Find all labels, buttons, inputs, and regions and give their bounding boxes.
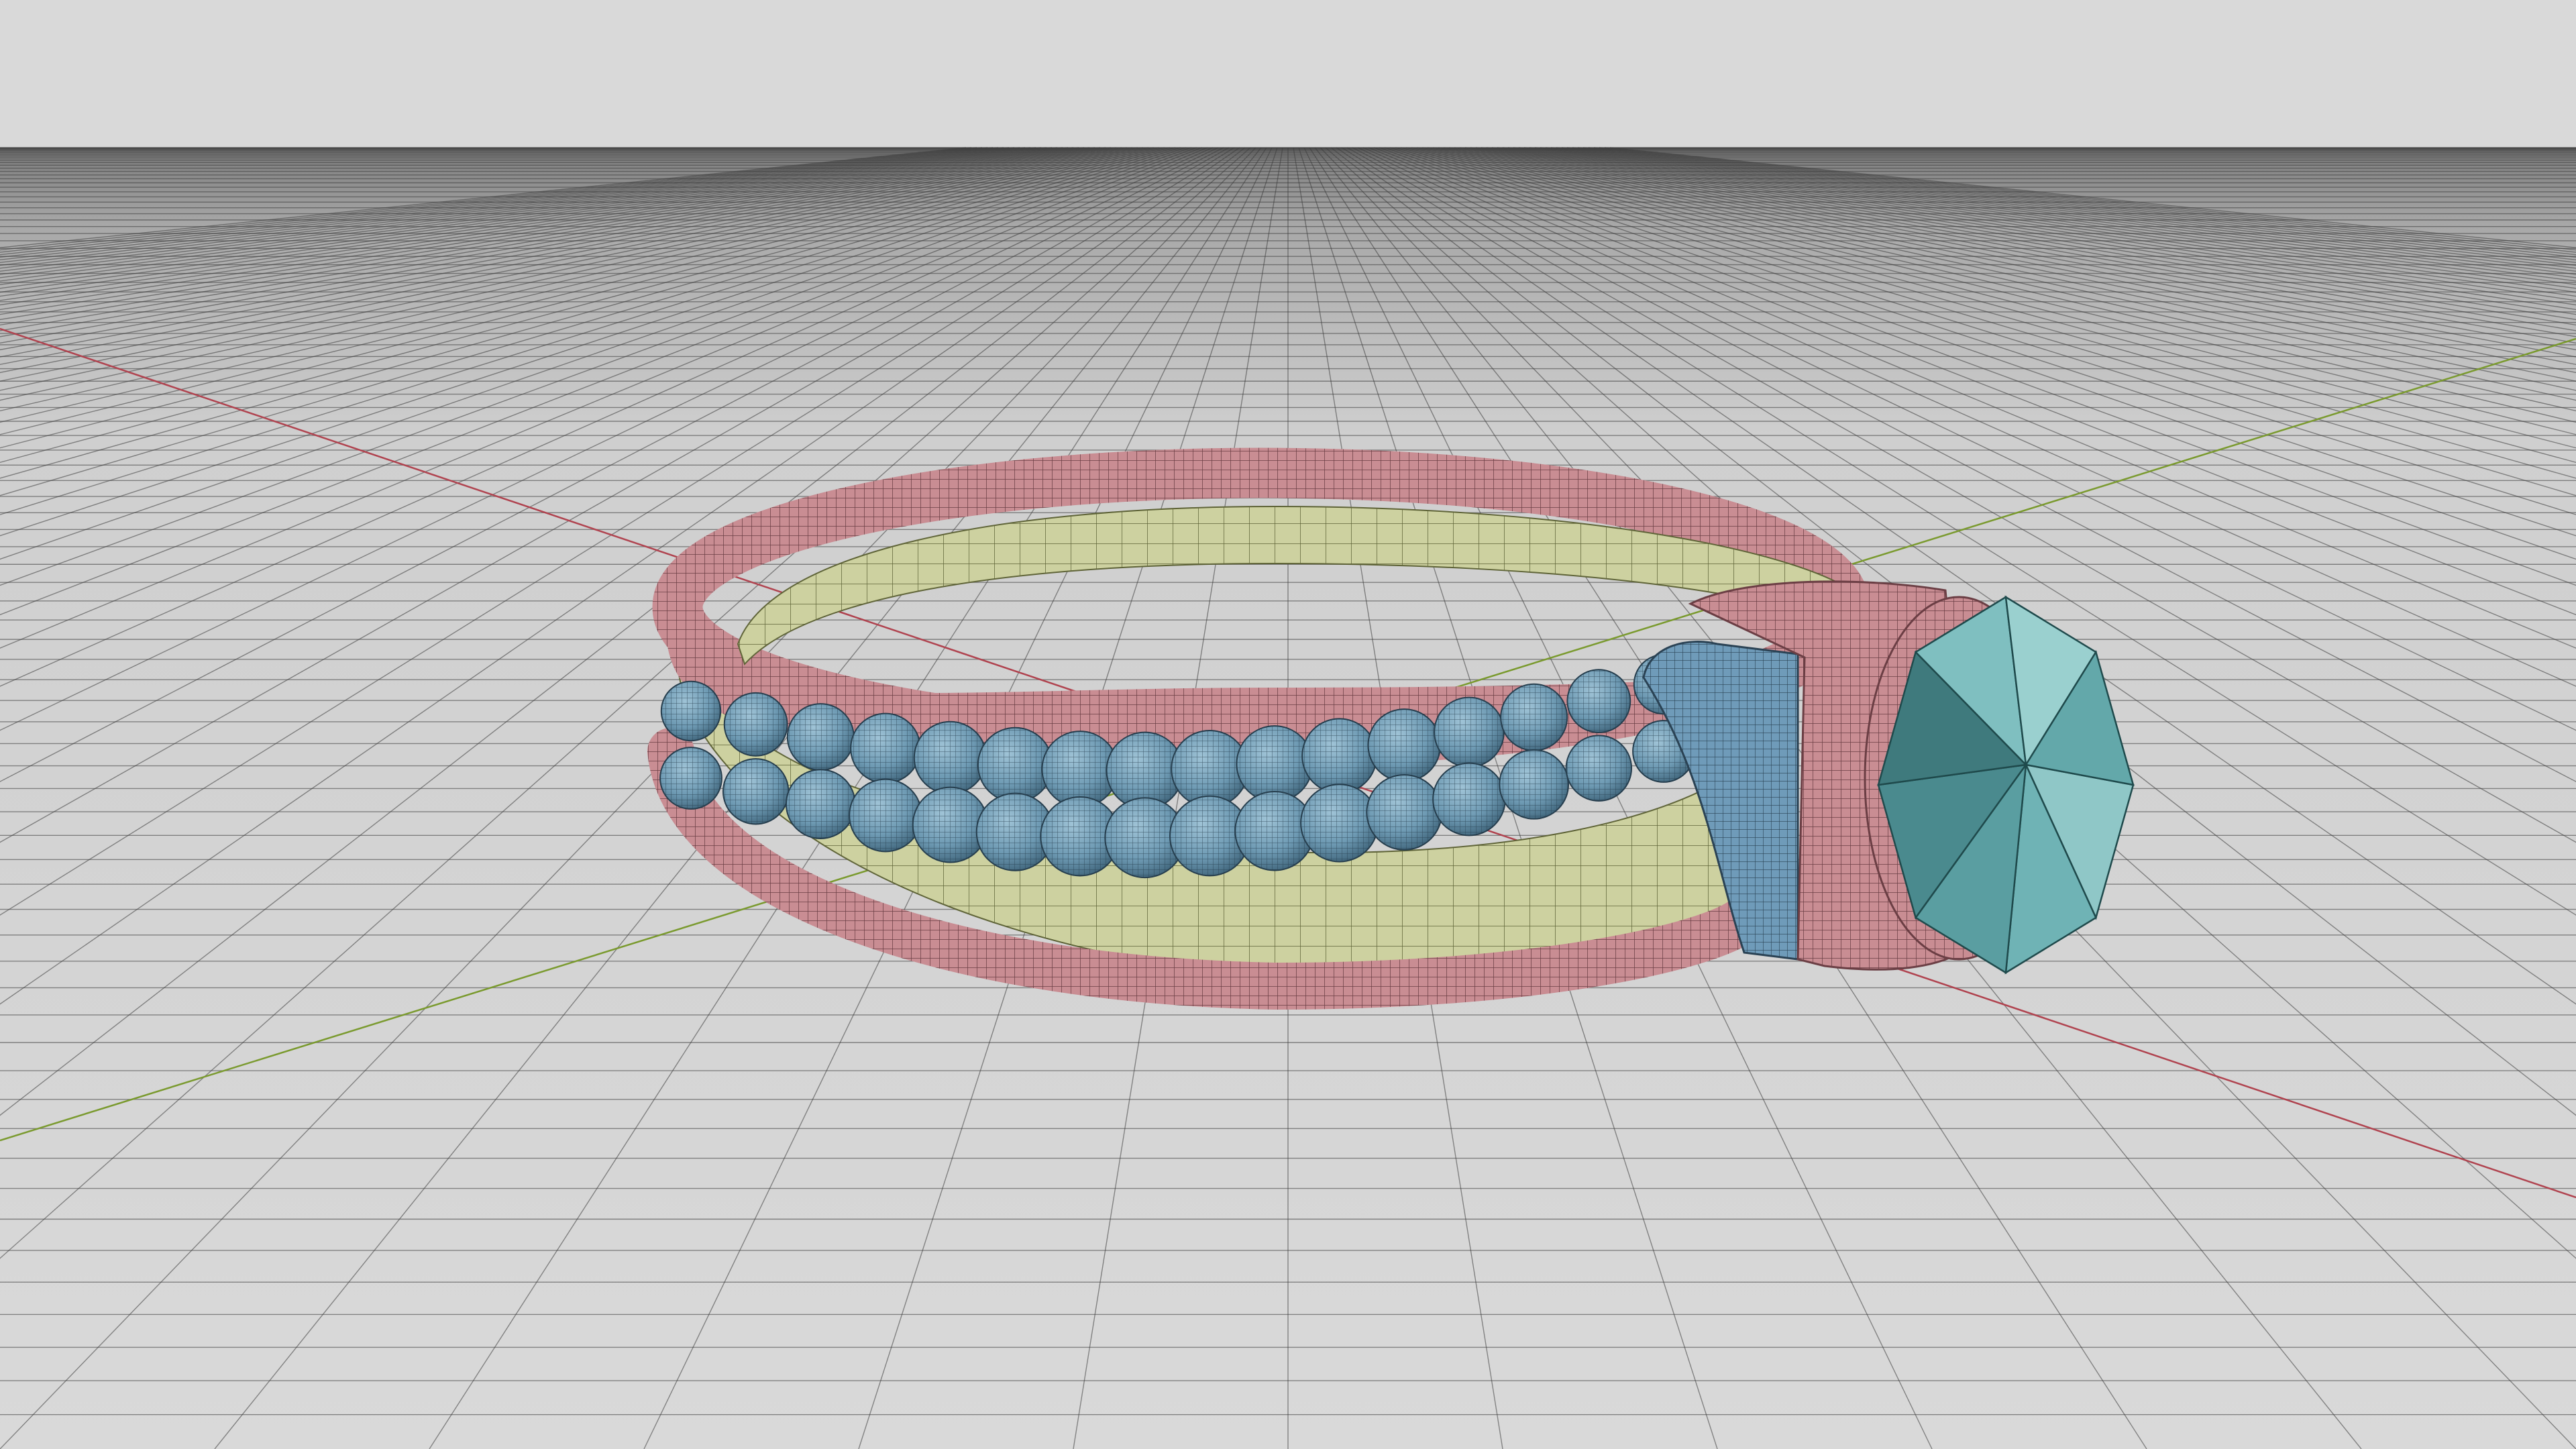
bead-wire: [849, 779, 922, 852]
bead-wire: [1501, 684, 1568, 751]
bead-wire: [977, 727, 1053, 802]
gemstone[interactable]: [1877, 595, 2135, 975]
bead-wire: [722, 759, 789, 824]
bead-wire: [1499, 749, 1569, 819]
bead-wire: [851, 713, 920, 784]
bead-wire: [1302, 718, 1377, 794]
bead-wire: [1236, 726, 1313, 802]
bead-wire: [724, 692, 788, 756]
bead-wire: [1434, 697, 1504, 767]
sky-background: [0, 0, 2576, 148]
bead-wire: [1366, 774, 1442, 850]
bead-wire: [660, 747, 722, 809]
bead-wire: [1567, 669, 1631, 733]
bead-wire: [786, 769, 855, 839]
bead-wire: [1301, 784, 1379, 862]
bead-wire: [1433, 763, 1505, 836]
bead-wire: [1566, 735, 1632, 801]
3d-viewport[interactable]: [0, 0, 2576, 1449]
bead-wire: [661, 681, 721, 741]
bead-wire: [787, 704, 854, 771]
bead-wire: [914, 721, 987, 794]
bead-wire: [1368, 709, 1441, 782]
viewport-canvas[interactable]: [0, 0, 2576, 1449]
